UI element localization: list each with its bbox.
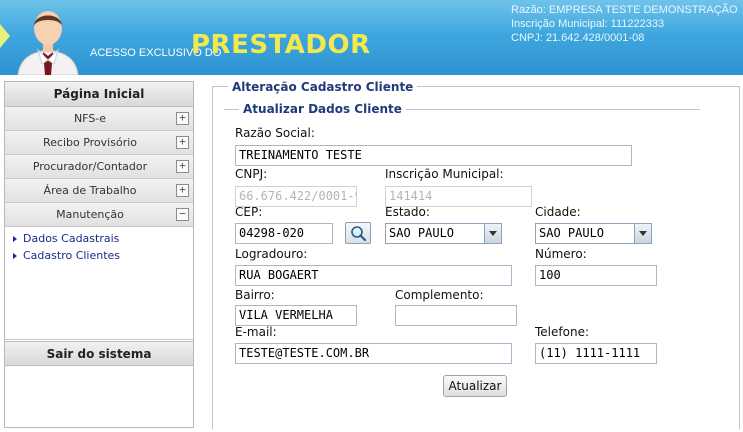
update-button[interactable]: Atualizar [443,375,507,397]
sidebar-home-link[interactable]: Página Inicial [5,82,193,107]
numero-input[interactable]: 100 [535,265,657,286]
complemento-label: Complemento: [395,288,484,302]
inscricao-municipal-input: 141414 [385,186,532,207]
plus-icon[interactable]: + [176,184,189,197]
razao-social-input[interactable]: TREINAMENTO TESTE [235,145,632,166]
cnpj-label: CNPJ: [235,167,268,181]
cidade-selected-value: SAO PAULO [539,226,605,240]
logradouro-label: Logradouro: [235,247,308,261]
email-input[interactable]: TESTE@TESTE.COM.BR [235,343,512,364]
outer-legend: Alteração Cadastro Cliente [228,80,418,94]
sidebar-item-label: Área de Trabalho [43,184,137,197]
header-brand-title: PRESTADOR [191,30,371,60]
company-info: Razão: EMPRESA TESTE DEMONSTRAÇÃO Inscri… [511,3,738,45]
razao-social-label: Razão Social: [235,126,315,140]
cep-search-button[interactable] [345,222,371,244]
inner-legend: Atualizar Dados Cliente [239,102,406,116]
inscricao-municipal-label: Inscrição Municipal: [385,167,504,181]
sidebar-item-procurador[interactable]: Procurador/Contador + [5,155,193,179]
sidebar-item-label: Manutenção [56,208,124,221]
estado-select[interactable]: SAO PAULO [385,223,502,244]
plus-icon[interactable]: + [176,136,189,149]
submenu-link-cadastro-clientes[interactable]: Cadastro Clientes [5,247,193,264]
company-municipal-registration: Inscrição Municipal: 111222333 [511,18,665,30]
email-label: E-mail: [235,325,277,339]
telefone-input[interactable]: (11) 1111-1111 [535,343,657,364]
telefone-label: Telefone: [535,325,589,339]
plus-icon[interactable]: + [176,112,189,125]
logout-button[interactable]: Sair do sistema [5,341,193,366]
company-cnpj: CNPJ: 21.642.428/0001-08 [511,32,645,44]
cnpj-input: 66.676.422/0001-90 [235,186,357,207]
estado-selected-value: SAO PAULO [389,226,455,240]
submenu-manutencao: Dados Cadastrais Cadastro Clientes [5,227,193,340]
logradouro-input[interactable]: RUA BOGAERT [235,265,512,286]
sidebar-item-label: NFS-e [73,112,107,125]
sidebar-item-nfse[interactable]: NFS-e + [5,107,193,131]
cep-label: CEP: [235,205,263,219]
dropdown-arrow-icon[interactable] [484,224,501,243]
search-icon [351,226,367,242]
bullet-arrow-icon [13,253,17,259]
minus-icon[interactable]: − [176,208,189,221]
cidade-label: Cidade: [535,205,581,219]
cep-input[interactable]: 04298-020 [235,223,333,244]
bairro-input[interactable]: VILA VERMELHA [235,305,357,326]
dropdown-arrow-icon[interactable] [634,224,651,243]
sidebar: Página Inicial NFS-e + Recibo Provisório… [4,81,194,428]
company-name: Razão: EMPRESA TESTE DEMONSTRAÇÃO [511,4,738,16]
sidebar-item-area-trabalho[interactable]: Área de Trabalho + [5,179,193,203]
numero-label: Número: [535,247,587,261]
header-arrow-decoration [0,24,10,48]
header-banner: ACESSO EXCLUSIVO DO PRESTADOR Razão: EMP… [0,0,743,75]
submenu-link-dados-cadastrais[interactable]: Dados Cadastrais [5,230,193,247]
sidebar-item-manutencao[interactable]: Manutenção − [5,203,193,227]
cidade-select[interactable]: SAO PAULO [535,223,652,244]
complemento-input[interactable] [395,305,517,326]
plus-icon[interactable]: + [176,160,189,173]
sidebar-item-recibo[interactable]: Recibo Provisório + [5,131,193,155]
bairro-label: Bairro: [235,288,275,302]
bullet-arrow-icon [13,236,17,242]
sidebar-item-label: Procurador/Contador [32,160,148,173]
estado-label: Estado: [385,205,430,219]
sidebar-item-label: Recibo Provisório [42,136,137,149]
user-avatar-icon [17,11,79,75]
